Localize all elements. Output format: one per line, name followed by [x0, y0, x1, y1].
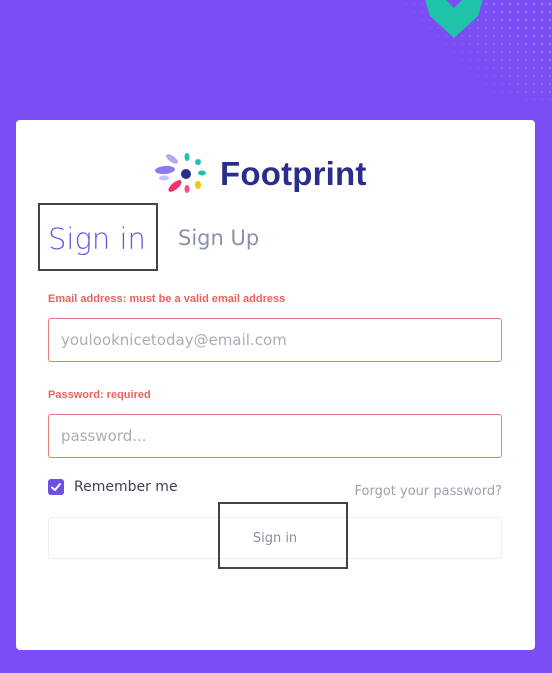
- brand-name: Footprint: [220, 155, 367, 192]
- remember-me-label: Remember me: [74, 479, 178, 495]
- email-error-label: Email address: must be a valid email add…: [48, 293, 286, 305]
- email-field[interactable]: [48, 318, 502, 362]
- brand-logo: Footprint: [152, 152, 367, 196]
- remember-me-checkbox[interactable]: [48, 479, 64, 495]
- tab-sign-up[interactable]: Sign Up: [178, 226, 259, 250]
- password-field[interactable]: [48, 414, 502, 458]
- forgot-password-link[interactable]: Forgot your password?: [354, 484, 502, 499]
- sign-in-button[interactable]: Sign in: [48, 517, 502, 559]
- login-card: Footprint Sign in Sign Up Email address:…: [16, 120, 535, 650]
- hexagon-decoration: [425, 0, 483, 38]
- checkmark-icon: [51, 483, 61, 491]
- footprint-flower-icon: [155, 153, 206, 193]
- tab-sign-in[interactable]: Sign in: [48, 222, 146, 256]
- password-error-label: Password: required: [48, 389, 151, 401]
- remember-me-row: Remember me: [48, 479, 178, 495]
